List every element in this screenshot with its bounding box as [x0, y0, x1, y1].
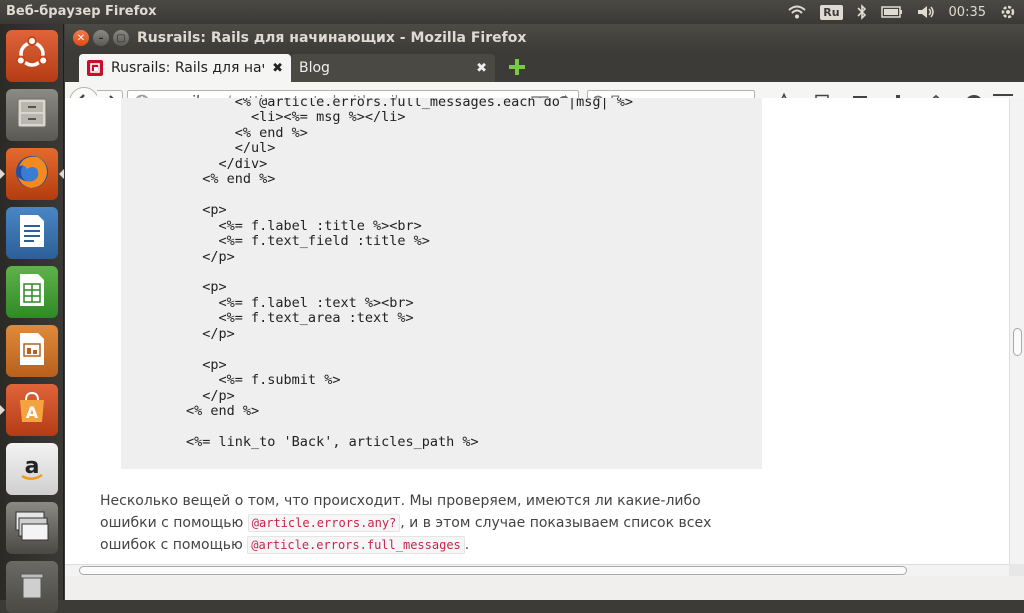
firefox-launcher-button[interactable]	[0, 148, 64, 200]
horizontal-scrollbar[interactable]	[65, 564, 1009, 576]
volume-icon[interactable]	[917, 5, 935, 19]
focused-indicator	[59, 169, 64, 179]
workspace-switcher-icon	[13, 508, 51, 548]
code-line: <%= f.submit %>	[121, 372, 341, 389]
window-maximize-icon[interactable]: ▢	[113, 30, 129, 46]
code-line: <%= f.text_area :text %>	[121, 310, 414, 327]
software-center-launcher-button[interactable]: A	[0, 384, 58, 436]
system-tray: Ru 00:35	[788, 0, 1016, 24]
code-line: </div>	[121, 155, 268, 172]
code-line: <li><%= msg %></li>	[121, 109, 406, 126]
ubuntu-dash-button[interactable]	[6, 30, 58, 82]
writer-launcher-button[interactable]	[6, 207, 58, 259]
trash-launcher-button[interactable]	[6, 561, 58, 613]
wifi-icon[interactable]	[788, 5, 806, 19]
launcher: A a	[0, 24, 64, 613]
file-cabinet-icon	[14, 95, 50, 135]
running-indicator	[0, 405, 5, 415]
tab-blog[interactable]: Blog ✖	[291, 54, 495, 82]
vertical-scroll-thumb[interactable]	[1013, 328, 1022, 356]
impress-launcher-button[interactable]	[6, 325, 58, 377]
code-line: </ul>	[121, 140, 276, 157]
new-tab-plus-icon[interactable]	[507, 57, 527, 77]
code-text: <% @article.errors.full_messages.each do…	[121, 98, 633, 450]
code-line: <% end %>	[121, 171, 276, 188]
running-indicator	[0, 169, 5, 179]
code-line: <%= f.label :title %><br>	[121, 217, 422, 234]
menu-line	[993, 94, 1013, 96]
inline-code: @article.errors.full_messages	[247, 536, 465, 554]
code-line: <p>	[121, 279, 227, 296]
active-app-title: Веб-браузер Firefox	[6, 4, 157, 19]
battery-icon[interactable]	[880, 6, 903, 18]
code-line: <%= link_to 'Back', articles_path %>	[121, 433, 479, 450]
bluetooth-icon[interactable]	[856, 4, 867, 20]
code-line: <%= f.text_field :title %>	[121, 233, 430, 250]
code-line: <% @article.errors.full_messages.each do…	[121, 98, 634, 110]
code-line: <% end %>	[121, 124, 308, 141]
window-minimize-icon[interactable]: –	[93, 30, 109, 46]
vertical-scrollbar[interactable]	[1009, 98, 1024, 564]
svg-text:a: a	[25, 454, 40, 479]
code-line: </p>	[121, 325, 235, 342]
libreoffice-writer-icon	[16, 213, 48, 253]
code-line: <% end %>	[121, 403, 260, 420]
libreoffice-calc-icon	[16, 272, 48, 312]
code-block: <% @article.errors.full_messages.each do…	[121, 98, 762, 469]
code-line: <p>	[121, 202, 227, 219]
tab-bar: Rusrails: Rails для начинающих ✖ Blog ✖	[65, 52, 1024, 82]
top-panel: Веб-браузер Firefox Ru 00:35	[0, 0, 1024, 24]
page-content: <% @article.errors.full_messages.each do…	[65, 98, 1009, 564]
clock[interactable]: 00:35	[949, 5, 986, 20]
firefox-icon	[13, 153, 51, 195]
amazon-launcher-button[interactable]: a	[6, 443, 58, 495]
code-line: <%= f.label :text %><br>	[121, 294, 414, 311]
code-line: </p>	[121, 248, 235, 265]
software-center-bag-icon: A	[14, 390, 50, 430]
ubuntu-logo-icon	[14, 36, 50, 76]
trash-icon	[17, 570, 47, 604]
window-titlebar[interactable]: ✕ – ▢ Rusrails: Rails для начинающих - M…	[65, 24, 1024, 52]
tab-close-icon[interactable]: ✖	[272, 61, 283, 76]
inline-code: @article.errors.any?	[247, 514, 401, 532]
files-launcher-button[interactable]	[6, 89, 58, 141]
scroll-corner	[1009, 564, 1024, 576]
window-controls: ✕ – ▢	[73, 30, 129, 46]
rusrails-favicon-icon	[87, 60, 103, 76]
calc-launcher-button[interactable]	[6, 266, 58, 318]
power-gear-icon[interactable]	[1000, 4, 1016, 20]
workspaces-launcher-button[interactable]	[6, 502, 58, 554]
paragraph-text: .	[464, 537, 470, 553]
svg-text:A: A	[26, 403, 39, 422]
window-close-icon[interactable]: ✕	[73, 30, 89, 46]
libreoffice-impress-icon	[16, 331, 48, 371]
code-line: </p>	[121, 387, 235, 404]
tab-label: Rusrails: Rails для начинающих	[111, 60, 264, 76]
tab-rusrails[interactable]: Rusrails: Rails для начинающих ✖	[79, 54, 291, 82]
tab-close-icon[interactable]: ✖	[476, 61, 487, 76]
amazon-icon: a	[14, 449, 50, 489]
horizontal-scroll-thumb[interactable]	[79, 566, 907, 575]
window-title: Rusrails: Rails для начинающих - Mozilla…	[137, 30, 527, 46]
article-paragraph: Несколько вещей о том, что происходит. М…	[100, 490, 740, 556]
keyboard-layout-indicator[interactable]: Ru	[820, 4, 843, 20]
code-line: <p>	[121, 356, 227, 373]
tab-label: Blog	[299, 60, 330, 76]
